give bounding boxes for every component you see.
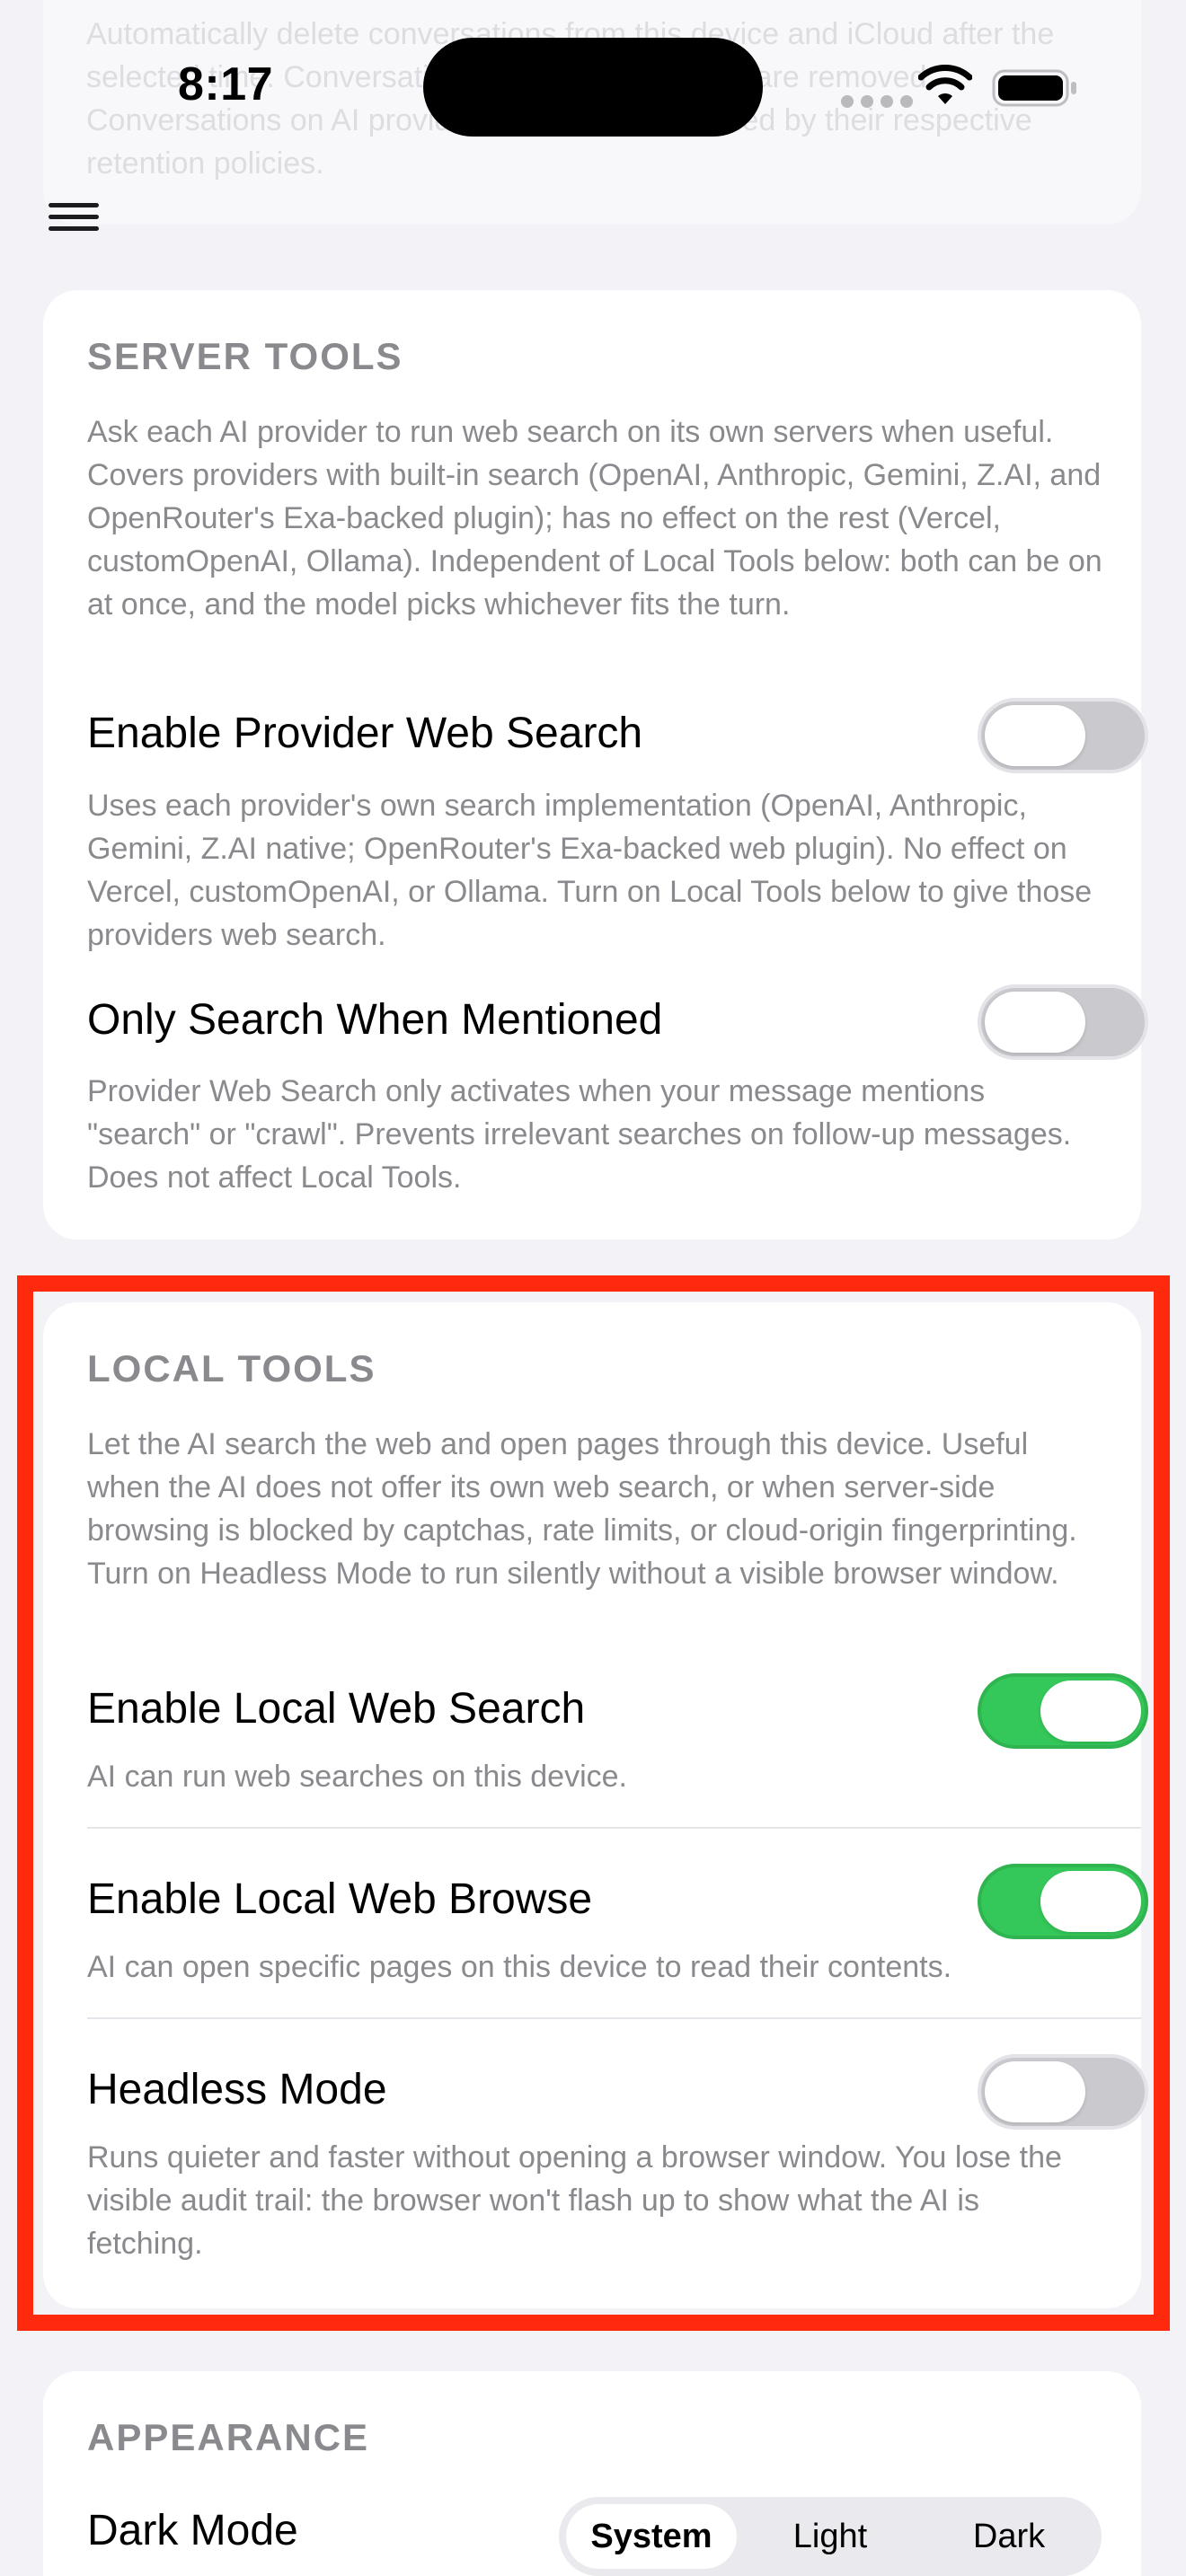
provider-web-search-toggle[interactable] [978,698,1148,773]
hamburger-menu-icon[interactable] [49,203,99,235]
status-time: 8:17 [178,58,274,110]
settings-screen: Automatically delete conversations from … [0,0,1186,2576]
appearance-header: APPEARANCE [87,2416,370,2458]
dynamic-island [423,38,763,137]
battery-icon [992,69,1076,107]
server-tools-card: SERVER TOOLS Ask each AI provider to run… [43,290,1148,1239]
only-search-mentioned-description: Provider Web Search only activates when … [87,1074,1072,1195]
segment-light[interactable]: Light [745,2504,916,2569]
dark-mode-title: Dark Mode [87,2507,298,2554]
wifi-icon [918,65,972,104]
provider-web-search-title: Enable Provider Web Search [87,710,643,757]
server-tools-description: Ask each AI provider to run web search o… [87,415,1102,622]
toggle-knob [985,705,1085,766]
server-tools-header: SERVER TOOLS [87,335,403,377]
highlight-frame [17,1275,1170,2331]
segment-dark[interactable]: Dark [924,2504,1094,2569]
dark-mode-segmented-control[interactable]: System Light Dark [559,2497,1102,2576]
toggle-knob [985,992,1085,1053]
only-search-mentioned-toggle[interactable] [978,984,1148,1060]
segment-system[interactable]: System [566,2504,737,2569]
only-search-mentioned-title: Only Search When Mentioned [87,996,663,1044]
provider-web-search-description: Uses each provider's own search implemen… [87,789,1093,952]
signal-dots-icon [841,95,913,108]
